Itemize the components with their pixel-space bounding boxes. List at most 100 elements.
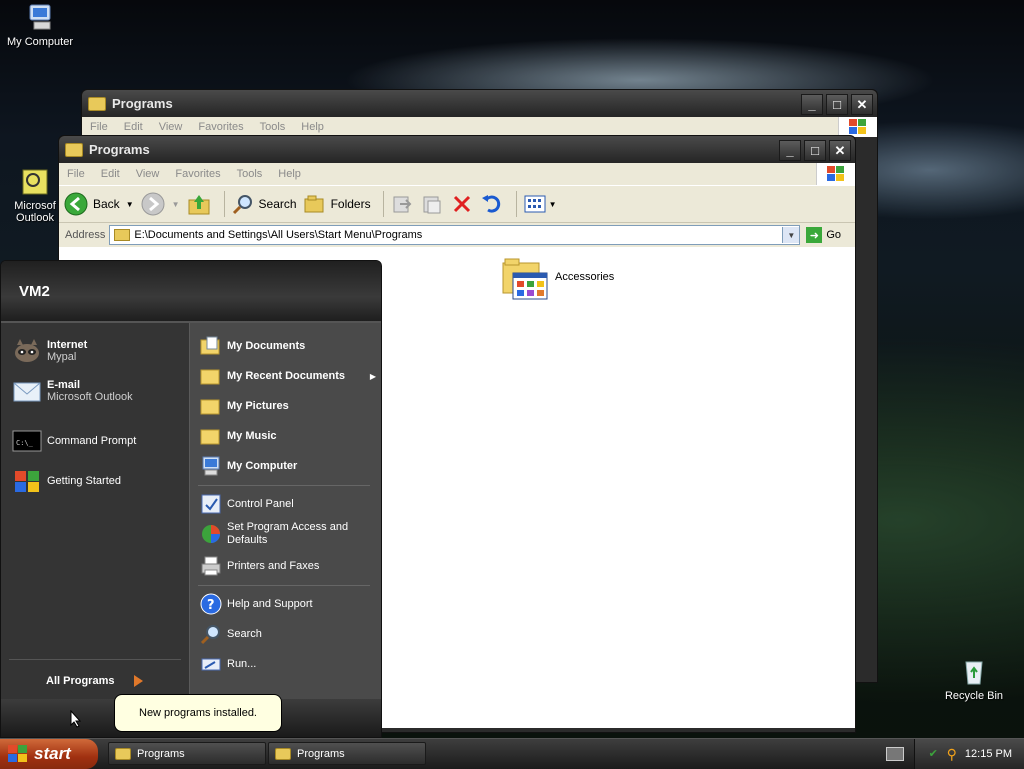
desktop-icon-label: Recycle Bin — [944, 690, 1004, 702]
place-my-music[interactable]: My Music — [200, 425, 277, 447]
taskbar-button-programs-2[interactable]: Programs — [268, 742, 426, 765]
go-label: Go — [826, 229, 841, 241]
mypal-raccoon-icon — [15, 339, 39, 362]
taskbar-button-label: Programs — [137, 747, 185, 760]
menu-view[interactable]: View — [151, 121, 191, 133]
help-label: Search — [227, 628, 262, 640]
menu-help[interactable]: Help — [293, 121, 332, 133]
back-button[interactable]: Back ▼ — [63, 191, 134, 217]
maximize-button[interactable]: □ — [804, 140, 826, 161]
move-to-button[interactable] — [390, 192, 414, 216]
desktop-icon-recycle-bin[interactable]: Recycle Bin — [934, 656, 1014, 702]
menu-tools[interactable]: Tools — [252, 121, 294, 133]
close-button[interactable]: ✕ — [851, 94, 873, 115]
toolbar-separator — [223, 191, 225, 217]
menu-file[interactable]: File — [82, 121, 116, 133]
maximize-button[interactable]: □ — [826, 94, 848, 115]
accessories-folder-icon — [502, 258, 548, 300]
go-arrow-icon: ➜ — [806, 227, 823, 243]
back-window-titlebar[interactable]: Programs _ □ ✕ — [82, 90, 877, 117]
copy-to-button[interactable] — [420, 192, 444, 216]
menu-edit[interactable]: Edit — [116, 121, 151, 133]
windows-flag-icon — [15, 471, 39, 492]
place-label: My Documents — [227, 340, 306, 352]
windows-logo-icon — [816, 163, 855, 185]
menu-help[interactable]: Help — [270, 168, 309, 180]
recent-item-getting-started[interactable]: Getting Started — [11, 465, 121, 497]
delete-button[interactable] — [450, 192, 474, 216]
address-input[interactable]: E:\Documents and Settings\All Users\Star… — [109, 225, 801, 245]
all-programs-button[interactable]: All Programs — [46, 673, 146, 689]
chevron-down-icon[interactable]: ▼ — [126, 200, 134, 209]
all-programs-separator — [9, 659, 181, 660]
desktop-icon-my-computer[interactable]: My Computer — [0, 2, 80, 48]
go-button[interactable]: ➜ Go — [806, 227, 841, 243]
search-icon[interactable]: ⚲ — [947, 746, 957, 763]
menu-file[interactable]: File — [59, 168, 93, 180]
settings-control-panel[interactable]: Control Panel — [200, 493, 294, 515]
folders-icon — [304, 195, 324, 213]
outlook-icon — [22, 169, 48, 195]
place-my-recent-documents[interactable]: My Recent Documents ▶ — [200, 365, 376, 387]
menu-favorites[interactable]: Favorites — [190, 121, 251, 133]
search-icon — [200, 625, 220, 645]
my-computer-icon — [202, 456, 220, 476]
recent-item-command-prompt[interactable]: C:\_ Command Prompt — [11, 425, 136, 457]
help-icon: ? — [200, 593, 222, 615]
my-documents-icon — [200, 336, 220, 355]
place-my-documents[interactable]: My Documents — [200, 335, 305, 357]
menu-edit[interactable]: Edit — [93, 168, 128, 180]
standard-toolbar: Back ▼ ▼ Search Folders ▼ — [59, 185, 855, 223]
folder-icon — [65, 142, 83, 157]
start-button[interactable]: start — [0, 739, 98, 769]
address-dropdown-button[interactable]: ▼ — [782, 227, 800, 243]
my-music-icon — [200, 429, 220, 445]
recent-item-label: Getting Started — [47, 475, 121, 487]
help-and-support[interactable]: ? Help and Support — [200, 593, 313, 615]
place-label: My Computer — [227, 460, 298, 472]
views-button[interactable]: ▼ — [523, 192, 557, 216]
forward-button[interactable]: ▼ — [140, 191, 180, 217]
folder-item-accessories[interactable]: Accessories — [501, 253, 614, 301]
new-programs-tooltip[interactable]: New programs installed. — [114, 694, 282, 732]
minimize-button[interactable]: _ — [801, 94, 823, 115]
pinned-item-email[interactable]: E-mail Microsoft Outlook — [11, 375, 133, 407]
keyboard-icon[interactable] — [886, 747, 904, 761]
settings-printers-faxes[interactable]: Printers and Faxes — [200, 555, 319, 577]
window-title: Programs — [112, 96, 173, 111]
network-icon[interactable]: ✔ — [929, 747, 943, 761]
window-title: Programs — [89, 142, 150, 157]
chevron-down-icon[interactable]: ▼ — [172, 200, 180, 209]
start-label: start — [34, 744, 71, 763]
program-access-icon — [202, 525, 220, 543]
menu-tools[interactable]: Tools — [229, 168, 271, 180]
menu-favorites[interactable]: Favorites — [167, 168, 228, 180]
place-my-pictures[interactable]: My Pictures — [200, 395, 289, 417]
copy-to-icon — [423, 196, 441, 214]
search-button[interactable]: Search — [231, 192, 297, 216]
delete-x-icon — [453, 195, 470, 213]
pinned-item-title: Internet — [47, 339, 88, 351]
menu-view[interactable]: View — [128, 168, 168, 180]
pinned-item-internet[interactable]: Internet Mypal — [11, 335, 87, 367]
front-window-titlebar[interactable]: Programs _ □ ✕ — [59, 136, 855, 163]
menu-separator — [198, 585, 370, 586]
close-button[interactable]: ✕ — [829, 140, 851, 161]
up-folder-button[interactable] — [186, 191, 212, 217]
minimize-button[interactable]: _ — [779, 140, 801, 161]
place-my-computer[interactable]: My Computer — [200, 455, 297, 477]
toolbar-separator — [382, 191, 384, 217]
desktop-icon-label: My Computer — [6, 36, 74, 48]
chevron-down-icon[interactable]: ▼ — [549, 200, 557, 209]
desktop-icon-label: Microsof Outlook — [14, 200, 56, 224]
taskbar-button-programs-1[interactable]: Programs — [108, 742, 266, 765]
start-run[interactable]: Run... — [200, 653, 256, 675]
settings-program-access[interactable]: Set Program Access and Defaults — [200, 521, 376, 547]
start-search[interactable]: Search — [200, 623, 262, 645]
clock[interactable]: 12:15 PM — [965, 748, 1012, 760]
undo-button[interactable] — [480, 192, 504, 216]
place-label: My Pictures — [227, 400, 289, 412]
folders-button[interactable]: Folders — [303, 192, 371, 216]
user-name: VM2 — [19, 283, 50, 300]
svg-text:?: ? — [207, 598, 215, 613]
